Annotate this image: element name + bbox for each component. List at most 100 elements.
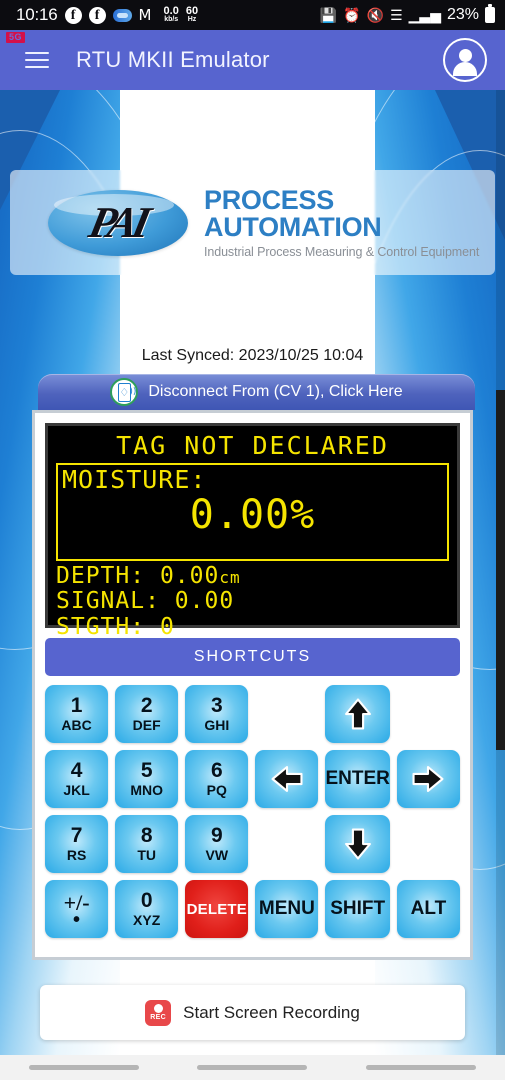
lcd-display: TAG NOT DECLARED MOISTURE: 0.00% DEPTH: … [45,423,460,640]
refresh-rate-unit: Hz [187,15,197,23]
key-5[interactable]: 5 MNO [115,750,179,808]
key-8[interactable]: 8 TU [115,815,179,873]
key-9[interactable]: 9 VW [185,815,249,873]
emulator-device-panel: TAG NOT DECLARED MOISTURE: 0.00% DEPTH: … [32,410,473,960]
brand-banner: PAI PROCESS AUTOMATION Industrial Proces… [10,170,495,275]
key-empty [255,815,318,873]
key-number: 6 [210,758,223,782]
save-icon: 💾 [319,7,338,23]
recording-zone: REC Start Screen Recording [0,970,505,1055]
signal-icon: ▁▃▅ [408,7,441,23]
key-3[interactable]: 3 GHI [185,685,249,743]
key-letters: VW [205,846,229,863]
nav-pill-right[interactable] [365,1065,476,1070]
status-bar-left: 10:16 f f M 0.0 kb/s 60 Hz [16,5,198,25]
lcd-row-value: 0.00 [174,588,235,615]
shortcuts-button[interactable]: SHORTCUTS [45,638,460,676]
scrollbar-thumb[interactable] [496,390,505,750]
key-1[interactable]: 1 ABC [45,685,109,743]
lcd-row: DEPTH: 0.00cm [56,562,449,590]
rec-icon-label: REC [150,1014,166,1021]
lcd-secondary-rows: DEPTH: 0.00cm SIGNAL: 0.00 STGTH: 0 [56,562,449,641]
page-scrollbar[interactable] [496,90,505,1055]
status-bar-right: 💾 ⏰ 🔇 ☰ ▁▃▅ 23% [319,4,495,24]
last-synced-text: Last Synced: 2023/10/25 10:04 [141,347,364,364]
key-alt[interactable]: ALT [396,880,460,938]
key-number: 9 [210,823,223,847]
start-screen-recording-button[interactable]: REC Start Screen Recording [40,985,465,1040]
hamburger-icon[interactable] [20,43,54,77]
page-title: RTU MKII Emulator [76,47,270,72]
status-clock: 10:16 [16,5,58,24]
disconnect-button[interactable]: ♢ )) Disconnect From (CV 1), Click Here [38,374,475,410]
brand-title: PROCESS AUTOMATION [204,184,382,242]
key-label: MENU [258,898,315,919]
key-4[interactable]: 4 JKL [45,750,109,808]
key-delete[interactable]: DELETE [185,880,249,938]
data-rate-unit: kb/s [164,15,179,23]
key-empty [397,815,460,873]
key-letters: GHI [204,716,230,733]
key-number: 5 [140,758,153,782]
key-number: 8 [140,823,153,847]
key-0[interactable]: 0 XYZ [115,880,179,938]
key-number: 4 [70,758,83,782]
brand-subtitle: Industrial Process Measuring & Control E… [204,244,480,259]
key-down[interactable] [325,815,390,873]
lcd-row: STGTH: 0 [56,614,449,641]
rec-icon: REC [145,999,172,1026]
key-letters: MNO [130,781,163,798]
lcd-row-label: DEPTH: [56,562,146,589]
data-rate-indicator: 0.0 kb/s [164,6,179,23]
key-letters: JKL [63,781,90,798]
brand-logo-mark: PAI [48,189,188,256]
alarm-icon: ⏰ [343,7,361,23]
key-label: DELETE [186,900,247,918]
key-letters: TU [137,846,156,863]
key-left[interactable] [255,750,319,808]
lcd-row: SIGNAL: 0.00 [56,588,449,615]
system-nav-bar [0,1055,505,1080]
wifi-icon: ☰ [390,7,403,23]
key-plus-minus[interactable]: +/- • [45,880,109,938]
status-bar: 10:16 f f M 0.0 kb/s 60 Hz 💾 ⏰ 🔇 ☰ ▁▃▅ 2… [0,0,505,30]
key-shift[interactable]: SHIFT [325,880,390,938]
key-letters: ABC [61,716,92,733]
lcd-row-value: 0.00 [159,562,220,589]
lcd-row-value: 0 [159,614,175,640]
network-badge: 5G [6,32,26,43]
key-2[interactable]: 2 DEF [115,685,179,743]
mute-icon: 🔇 [366,7,385,23]
key-6[interactable]: 6 PQ [185,750,249,808]
brand-logo-text: PAI [85,198,151,247]
nav-pill-left[interactable] [29,1065,140,1070]
lcd-primary-value: 0.00% [189,491,316,538]
key-number: 7 [70,823,83,847]
key-menu[interactable]: MENU [255,880,319,938]
key-number: 1 [70,693,83,717]
key-label: SHIFT [330,898,386,919]
key-up[interactable] [325,685,390,743]
recording-label: Start Screen Recording [183,1002,360,1022]
key-decimal-label: • [73,909,81,931]
lcd-row-label: SIGNAL: [56,588,160,615]
lcd-title: TAG NOT DECLARED [116,431,389,460]
messenger-icon [112,8,132,22]
gmail-icon: M [138,6,152,24]
nav-pill-center[interactable] [197,1065,308,1070]
key-number: 3 [210,693,223,717]
key-number: 0 [140,888,153,912]
key-enter[interactable]: ENTER [325,750,390,808]
refresh-rate-indicator: 60 Hz [186,6,198,23]
key-label: ENTER [325,768,390,789]
battery-icon [485,4,495,23]
app-bar: 5G RTU MKII Emulator [0,30,505,90]
key-right[interactable] [396,750,460,808]
account-icon[interactable] [443,38,487,82]
bluetooth-phone-icon: ♢ )) [110,378,139,406]
key-7[interactable]: 7 RS [45,815,109,873]
disconnect-label: Disconnect From (CV 1), Click Here [148,383,403,400]
key-label: ALT [410,898,447,919]
facebook-icon: f [88,6,106,24]
facebook-icon: f [64,6,82,24]
